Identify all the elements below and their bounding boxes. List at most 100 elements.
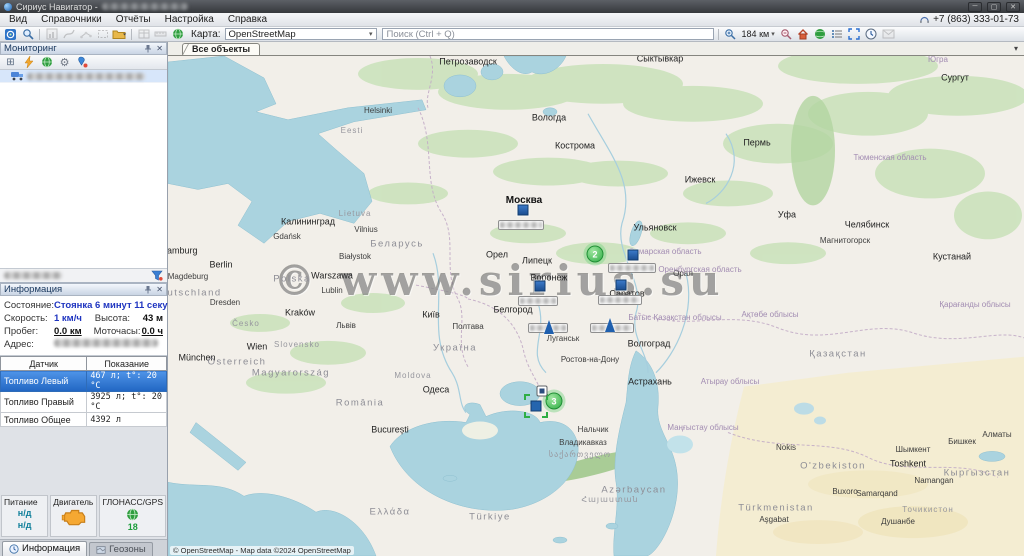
tab-information[interactable]: Информация xyxy=(2,541,87,556)
map-provider-value: OpenStreetMap xyxy=(229,29,296,40)
vehicle-marker[interactable] xyxy=(616,280,627,291)
expand-all-icon[interactable]: ⊞ xyxy=(4,56,17,68)
state-value: Стоянка 6 минут 11 секунд xyxy=(54,300,179,311)
close-icon[interactable]: ✕ xyxy=(156,285,163,294)
menu-item[interactable]: Настройка xyxy=(158,14,221,25)
track-points-icon xyxy=(78,28,93,41)
monitoring-tree xyxy=(0,70,167,268)
engine-hours-value[interactable]: 0.0 ч xyxy=(142,326,163,337)
monitoring-panel-title: Мониторинг xyxy=(4,43,57,54)
map-base-layer xyxy=(168,56,1024,556)
engine-icon xyxy=(61,508,87,526)
track-icon xyxy=(61,28,76,41)
quick-track-icon[interactable] xyxy=(22,56,35,68)
gps-label: ГЛОНАСС/GPS xyxy=(102,497,163,507)
menu-item[interactable]: Вид xyxy=(2,14,34,25)
map-area: Все объекты ▾ xyxy=(168,42,1024,556)
tree-item-vehicle[interactable] xyxy=(0,70,167,83)
home-icon[interactable] xyxy=(796,28,811,41)
power-value-2: н/д xyxy=(18,520,32,531)
filter-funnel-icon[interactable] xyxy=(151,270,163,281)
tab-geozones[interactable]: Геозоны xyxy=(89,542,153,556)
sensor-value: 467 л; t°: 20 °C xyxy=(87,371,167,392)
route-icon[interactable] xyxy=(76,56,89,68)
selected-vehicle-marker[interactable] xyxy=(524,394,548,418)
tab-list-caret-icon[interactable]: ▾ xyxy=(1014,44,1018,53)
map-scale-dropdown[interactable]: 184 км ▾ xyxy=(740,29,777,39)
history-clock-icon[interactable] xyxy=(864,28,879,41)
layers-dropdown-icon[interactable] xyxy=(112,28,127,41)
menu-item[interactable]: Справочники xyxy=(34,14,109,25)
clock-icon xyxy=(9,544,19,554)
sensor-rows: Топливо Левый 467 л; t°: 20 °C Топливо П… xyxy=(1,371,167,427)
support-phone-number: +7 (863) 333-01-73 xyxy=(933,14,1019,25)
fit-bounds-icon[interactable] xyxy=(847,28,862,41)
marker-badge[interactable] xyxy=(537,386,548,397)
map-attribution: © OpenStreetMap - Map data ©2024 OpenStr… xyxy=(170,546,354,555)
sensor-name: Топливо Общее xyxy=(1,413,87,427)
sidebar-filler xyxy=(0,427,167,493)
tab-all-objects[interactable]: Все объекты xyxy=(182,43,260,55)
vehicle-label-plate[interactable] xyxy=(518,296,558,306)
vehicle-name-redacted xyxy=(27,73,145,80)
pin-icon[interactable] xyxy=(144,285,152,294)
monitoring-icon[interactable] xyxy=(3,28,18,41)
close-button[interactable]: ✕ xyxy=(1006,2,1020,12)
mileage-label: Пробег: xyxy=(4,326,54,337)
cluster-marker[interactable]: 2 xyxy=(587,246,604,263)
tab-geozones-label: Геозоны xyxy=(109,544,146,555)
vehicle-marker[interactable] xyxy=(518,205,529,216)
monitoring-toolbar: ⊞ ⚙ xyxy=(0,55,167,70)
power-label: Питание xyxy=(4,497,38,507)
world-icon[interactable] xyxy=(813,28,828,41)
mileage-value[interactable]: 0.0 км xyxy=(54,326,94,337)
menu-item[interactable]: Справка xyxy=(221,14,274,25)
close-icon[interactable]: ✕ xyxy=(156,44,163,53)
sensor-row[interactable]: Топливо Общее 4392 л xyxy=(1,413,167,427)
vehicle-label-plate[interactable] xyxy=(608,263,656,273)
value-column-header: Показание xyxy=(87,357,167,371)
pin-icon[interactable] xyxy=(144,44,152,53)
legend-icon[interactable] xyxy=(830,28,845,41)
map-canvas[interactable]: © www.sirius.su ПетрозаводскСыктывкарHel… xyxy=(168,56,1024,556)
track-select-icon xyxy=(95,28,110,41)
vehicle-marker[interactable] xyxy=(535,281,546,292)
tab-information-label: Информация xyxy=(22,543,80,554)
menu-item[interactable]: Отчёты xyxy=(109,14,158,25)
menu-items: ВидСправочникиОтчётыНастройкаСправка xyxy=(2,14,274,25)
footer-text-redacted xyxy=(4,272,62,279)
vehicle-marker[interactable] xyxy=(628,250,639,261)
gps-status-box: ГЛОНАСС/GPS 18 xyxy=(99,495,166,537)
vehicle-label-plate[interactable] xyxy=(498,220,544,230)
zoom-out-icon[interactable] xyxy=(779,28,794,41)
messages-icon xyxy=(881,28,896,41)
search-track-icon[interactable] xyxy=(20,28,35,41)
sensor-row[interactable]: Топливо Правый 3925 л; t°: 20 °C xyxy=(1,392,167,413)
vehicle-icon xyxy=(10,71,24,81)
geozones-globe-icon[interactable] xyxy=(170,28,185,41)
map-label: Карта: xyxy=(191,29,221,40)
show-on-map-icon[interactable] xyxy=(40,56,53,68)
sensors-table: Датчик Показание Топливо Левый 467 л; t°… xyxy=(0,356,167,427)
state-label: Состояние: xyxy=(4,300,54,311)
status-row: Питание н/д н/д Двигатель ГЛОНАСС/GPS 18 xyxy=(0,493,167,539)
maximize-button[interactable]: ▢ xyxy=(987,2,1001,12)
menu-bar: ВидСправочникиОтчётыНастройкаСправка +7 … xyxy=(0,13,1024,27)
title-bar: Сириус Навигатор - ─ ▢ ✕ xyxy=(0,0,1024,13)
gps-satellite-count: 18 xyxy=(128,522,138,532)
engine-hours-label: Моточасы: xyxy=(94,326,142,337)
cluster-marker[interactable]: 3 xyxy=(546,393,563,410)
search-input[interactable] xyxy=(382,28,714,40)
moving-vehicle-marker[interactable] xyxy=(605,306,619,322)
map-tab-bar: Все объекты ▾ xyxy=(168,42,1024,56)
info-panel-body: Состояние: Стоянка 6 минут 11 секунд Ско… xyxy=(0,296,167,356)
vehicle-label-plate[interactable] xyxy=(598,295,642,305)
map-provider-select[interactable]: OpenStreetMap ▾ xyxy=(225,28,377,40)
support-phone: +7 (863) 333-01-73 xyxy=(919,14,1022,25)
moving-vehicle-marker[interactable] xyxy=(544,308,558,324)
settings-gear-icon[interactable]: ⚙ xyxy=(58,56,71,68)
zoom-in-icon[interactable] xyxy=(723,28,738,41)
object-name-redacted xyxy=(102,3,188,10)
minimize-button[interactable]: ─ xyxy=(968,2,982,12)
sensor-row[interactable]: Топливо Левый 467 л; t°: 20 °C xyxy=(1,371,167,392)
